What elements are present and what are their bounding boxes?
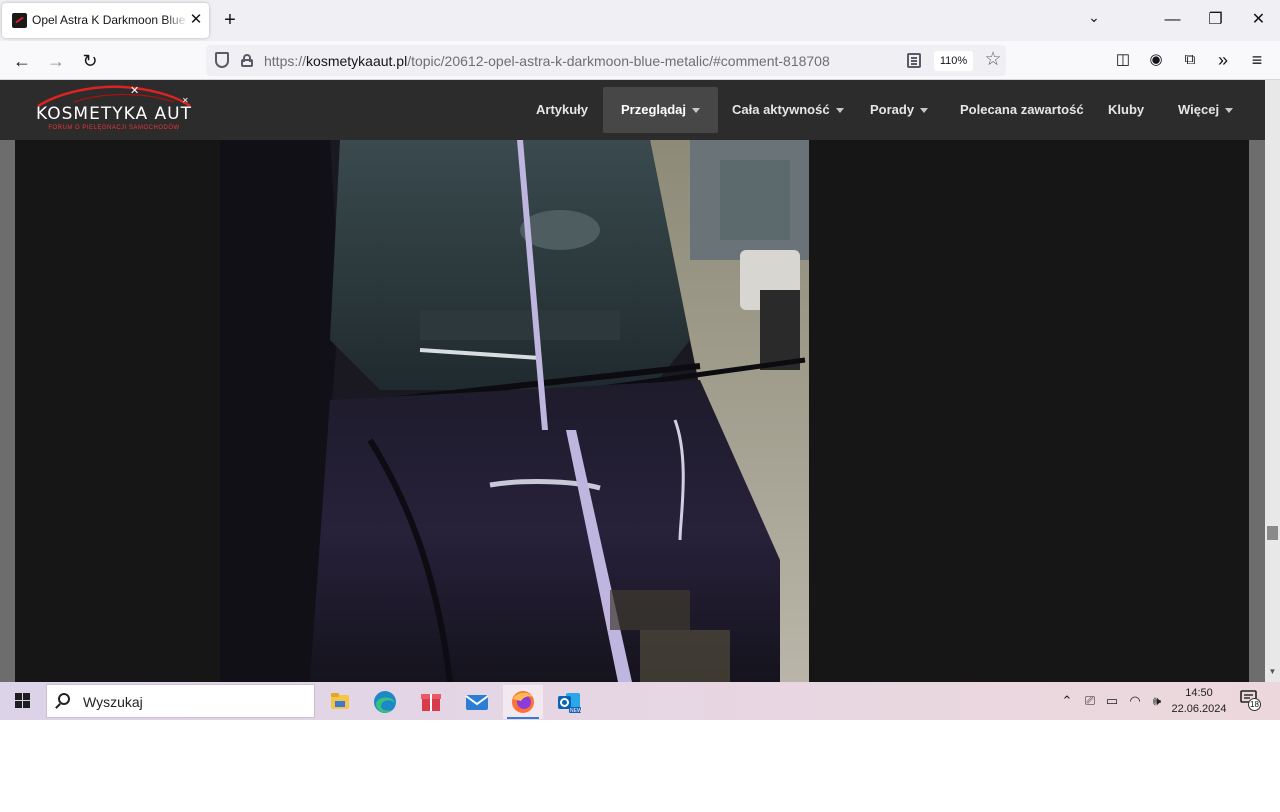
page-scrollbar[interactable]: ▼ [1265, 80, 1280, 682]
caret-down-icon [920, 108, 929, 114]
overflow-menu-icon[interactable]: » [1212, 49, 1234, 71]
nav-przegladaj[interactable]: Przeglądaj [603, 87, 719, 133]
logo-title: KOSMETYKA AUT [36, 104, 192, 124]
caret-down-icon [692, 108, 701, 114]
taskbar-clock[interactable]: 14:50 22.06.2024 [1166, 685, 1232, 717]
windows-logo-icon [23, 701, 30, 708]
edge-browser-icon[interactable] [365, 685, 405, 719]
browser-tab[interactable]: Opel Astra K Darkmoon Blue Metalic ✕ [2, 3, 209, 38]
reload-button[interactable]: ↻ [76, 48, 104, 74]
bookmark-star-icon[interactable]: ☆ [982, 49, 1004, 71]
nav-label: Cała aktywność [732, 102, 830, 117]
site-logo[interactable]: ✕ ✕ KOSMETYKA AUT FORUM O PIELĘGNACJI SA… [16, 84, 212, 138]
nav-label: Przeglądaj [621, 102, 687, 117]
clock-time: 14:50 [1185, 687, 1213, 699]
list-all-tabs-icon[interactable]: ⌄ [1084, 9, 1104, 31]
windows-logo-icon [23, 693, 30, 700]
minimize-button[interactable]: — [1151, 0, 1194, 40]
windows-taskbar: Wyszukaj NEW ⌃ ⎚ ▭ ◠ 🕪 14:50 22.06.2024 … [0, 682, 1280, 720]
nav-artykuly[interactable]: Artykuły [518, 87, 606, 133]
car-photo[interactable] [220, 140, 809, 682]
mail-icon[interactable] [457, 685, 497, 719]
new-tab-button[interactable]: + [219, 8, 241, 32]
reader-view-icon[interactable] [907, 53, 921, 68]
search-placeholder: Wyszukaj [83, 694, 143, 710]
svg-text:✕: ✕ [130, 84, 139, 97]
forward-button[interactable]: → [42, 48, 70, 74]
file-explorer-icon[interactable] [320, 685, 360, 719]
battery-icon[interactable]: ▭ [1103, 691, 1121, 711]
url-scheme: https:// [264, 53, 307, 69]
site-header: ✕ ✕ KOSMETYKA AUT FORUM O PIELĘGNACJI SA… [0, 80, 1265, 140]
outlook-new-icon[interactable]: NEW [549, 685, 589, 719]
lock-icon[interactable] [241, 54, 253, 67]
windows-logo-icon [15, 701, 22, 708]
close-tab-icon[interactable]: ✕ [188, 12, 204, 28]
nav-polecana-zawartosc[interactable]: Polecana zawartość [942, 87, 1102, 133]
scroll-down-arrow-icon[interactable]: ▼ [1267, 666, 1278, 678]
clock-date: 22.06.2024 [1171, 703, 1227, 715]
show-hidden-icons-chevron-icon[interactable]: ⌃ [1058, 691, 1076, 711]
restore-button[interactable]: ❐ [1194, 0, 1237, 40]
url-bar[interactable]: https://kosmetykaaut.pl/topic/20612-opel… [206, 45, 1006, 76]
start-button[interactable] [0, 682, 44, 720]
windows-logo-icon [15, 693, 22, 700]
scrollbar-thumb[interactable] [1267, 526, 1278, 540]
gift-app-icon[interactable] [411, 685, 451, 719]
notification-center-button[interactable]: 18 [1240, 690, 1266, 712]
volume-icon[interactable]: 🕪 [1148, 691, 1166, 711]
page-viewport: ✕ ✕ KOSMETYKA AUT FORUM O PIELĘGNACJI SA… [0, 80, 1280, 682]
extensions-icon[interactable]: ⧉ [1179, 49, 1201, 71]
url-host: kosmetykaaut.pl [306, 53, 408, 69]
app-menu-icon[interactable]: ≡ [1246, 49, 1268, 71]
nav-label: Artykuły [536, 102, 589, 117]
firefox-icon[interactable] [503, 685, 543, 719]
search-icon [58, 693, 70, 705]
caret-down-icon [835, 108, 844, 114]
svg-text:NEW: NEW [570, 708, 582, 714]
meet-now-icon[interactable]: ⎚ [1081, 691, 1099, 711]
close-window-button[interactable]: ✕ [1237, 0, 1280, 40]
browser-titlebar: Opel Astra K Darkmoon Blue Metalic ✕ + ⌄… [0, 0, 1280, 41]
account-icon[interactable]: ◉ [1145, 49, 1167, 71]
back-button[interactable]: ← [8, 48, 36, 74]
wifi-icon[interactable]: ◠ [1126, 691, 1144, 711]
nav-cala-aktywnosc[interactable]: Cała aktywność [714, 87, 862, 133]
site-favicon-icon [12, 13, 27, 28]
taskbar-search-input[interactable]: Wyszukaj [46, 684, 315, 718]
notification-count-badge: 18 [1248, 698, 1261, 711]
nav-label: Kluby [1108, 102, 1145, 117]
nav-porady[interactable]: Porady [852, 87, 946, 133]
nav-label: Polecana zawartość [960, 102, 1084, 117]
browser-navbar: ← → ↻ https://kosmetykaaut.pl/topic/2061… [0, 41, 1280, 80]
zoom-level-button[interactable]: 110% [934, 51, 973, 71]
nav-wiecej[interactable]: Więcej [1160, 87, 1251, 133]
nav-label: Porady [870, 102, 915, 117]
url-text[interactable]: https://kosmetykaaut.pl/topic/20612-opel… [264, 53, 830, 69]
post-content [15, 140, 1249, 682]
logo-subtitle: FORUM O PIELĘGNACJI SAMOCHODÓW [48, 125, 180, 131]
nav-label: Więcej [1178, 102, 1220, 117]
nav-kluby[interactable]: Kluby [1090, 87, 1162, 133]
tracking-protection-shield-icon[interactable] [215, 52, 229, 68]
caret-down-icon [1225, 108, 1234, 114]
tab-title: Opel Astra K Darkmoon Blue Metalic [32, 13, 188, 27]
url-path: /topic/20612-opel-astra-k-darkmoon-blue-… [407, 53, 830, 69]
pocket-icon[interactable]: ◫ [1112, 49, 1134, 71]
